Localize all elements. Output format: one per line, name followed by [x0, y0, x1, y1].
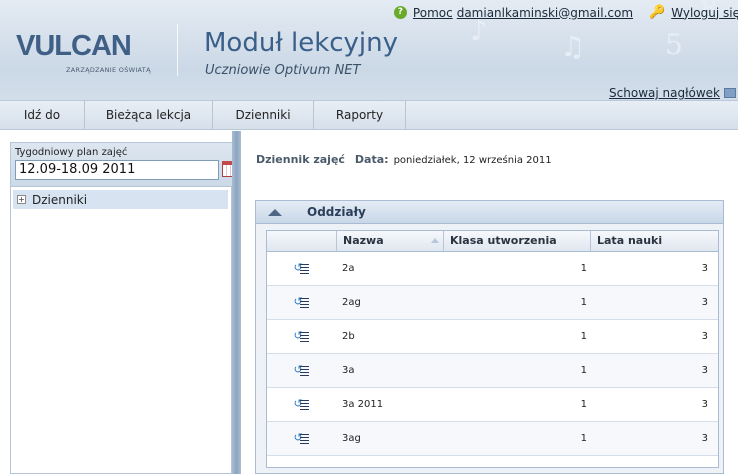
top-links: ? Pomoc damianlkaminski@gmail.com 🔑 Wylo… [393, 5, 738, 20]
user-email-link[interactable]: damianlkaminski@gmail.com [457, 6, 633, 20]
open-class-icon[interactable]: ↺ [294, 398, 309, 411]
row-action-cell: ↺ [267, 398, 337, 411]
menu-item-goto[interactable]: Idź do [0, 101, 85, 130]
cell-name: 3a [342, 365, 355, 376]
date-value: poniedziałek, 12 września 2011 [393, 155, 552, 166]
table-row[interactable]: ↺ 3a 1 3 [267, 354, 718, 388]
menu-item-current-lesson[interactable]: Bieżąca lekcja [85, 101, 213, 130]
classes-panel-header[interactable]: Oddziały [256, 201, 723, 224]
table-row[interactable]: ↺ 2ag 1 3 [267, 286, 718, 320]
table-row[interactable]: ↺ 3ag 1 3 [267, 422, 718, 456]
column-header-years[interactable]: Lata nauki [591, 231, 718, 251]
cell-name: 2a [342, 263, 355, 274]
row-action-cell: ↺ [267, 330, 337, 343]
table-header: Nazwa Klasa utworzenia Lata nauki [267, 231, 718, 252]
menu-bar: Idź do Bieżąca lekcja Dzienniki Raporty [0, 100, 738, 130]
tree-item-label: Dzienniki [32, 192, 88, 207]
help-icon: ? [393, 6, 407, 19]
cell-years: 3 [701, 263, 708, 274]
column-header-action [267, 231, 337, 251]
classes-panel-title: Oddziały [307, 205, 366, 219]
sort-ascending-icon[interactable] [431, 238, 439, 243]
panel-splitter[interactable] [232, 131, 241, 474]
table-body: ↺ 2a 1 3 ↺ 2ag 1 3 ↺ 2b 1 3 ↺ 3a 1 3 ↺ 3a 2011 1 3 ↺ 3ag 1 3 [267, 252, 718, 456]
header: ♪ ♫ 5 8 VULCAN ZARZĄDZANIE OŚWIATĄ Moduł… [0, 0, 738, 100]
cell-class: 1 [580, 331, 587, 342]
cell-name: 3a 2011 [342, 399, 384, 410]
cell-years: 3 [701, 365, 708, 376]
collapse-icon[interactable] [268, 209, 282, 216]
cell-name: 2ag [342, 297, 361, 308]
column-header-name-label: Nazwa [343, 234, 384, 247]
cell-class: 1 [580, 297, 587, 308]
cell-name: 2b [342, 331, 355, 342]
row-action-cell: ↺ [267, 364, 337, 377]
header-divider [177, 24, 178, 76]
key-icon: 🔑 [649, 5, 666, 20]
cell-years: 3 [701, 433, 708, 444]
week-plan-input[interactable]: 12.09-18.09 2011 [15, 160, 219, 180]
expand-icon[interactable]: + [17, 195, 26, 204]
tree-view: + Dzienniki [10, 187, 232, 474]
column-header-class[interactable]: Klasa utworzenia [444, 231, 591, 251]
cell-class: 1 [580, 399, 587, 410]
hide-header-control: Schowaj nagłówek [609, 86, 736, 100]
cell-class: 1 [580, 365, 587, 376]
open-class-icon[interactable]: ↺ [294, 432, 309, 445]
module-subtitle: Uczniowie Optivum NET [205, 63, 361, 78]
vulcan-logo: VULCAN [16, 30, 132, 62]
logo-subtitle: ZARZĄDZANIE OŚWIATĄ [66, 66, 151, 74]
week-plan-label: Tygodniowy plan zajęć [15, 147, 128, 158]
classes-table: Nazwa Klasa utworzenia Lata nauki ↺ 2a 1 3 ↺… [266, 230, 719, 468]
cell-class: 1 [580, 433, 587, 444]
table-row[interactable]: ↺ 2b 1 3 [267, 320, 718, 354]
table-row[interactable]: ↺ 3a 2011 1 3 [267, 388, 718, 422]
column-header-name[interactable]: Nazwa [337, 231, 444, 251]
left-panel: Tygodniowy plan zajęć 12.09-18.09 2011 +… [0, 131, 238, 474]
open-class-icon[interactable]: ↺ [294, 330, 309, 343]
row-action-cell: ↺ [267, 262, 337, 275]
open-class-icon[interactable]: ↺ [294, 296, 309, 309]
cell-name: 3ag [342, 433, 361, 444]
journal-header: Dziennik zajęć Data: poniedziałek, 12 wr… [256, 153, 552, 166]
cell-years: 3 [701, 331, 708, 342]
menu-item-reports[interactable]: Raporty [314, 101, 406, 130]
row-action-cell: ↺ [267, 296, 337, 309]
cell-years: 3 [701, 297, 708, 308]
logout-link[interactable]: Wyloguj się [671, 6, 738, 20]
open-class-icon[interactable]: ↺ [294, 364, 309, 377]
music-note-icon: ♫ [560, 30, 586, 63]
module-title: Moduł lekcyjny [204, 28, 399, 58]
hide-header-icon[interactable] [724, 88, 736, 98]
tree-item-journals[interactable]: + Dzienniki [13, 190, 228, 209]
open-class-icon[interactable]: ↺ [294, 262, 309, 275]
cell-class: 1 [580, 263, 587, 274]
row-action-cell: ↺ [267, 432, 337, 445]
menu-item-journals[interactable]: Dzienniki [213, 101, 314, 130]
journal-section-label: Dziennik zajęć [256, 153, 345, 166]
help-link[interactable]: Pomoc [413, 6, 453, 20]
table-row[interactable]: ↺ 2a 1 3 [267, 252, 718, 286]
hide-header-link[interactable]: Schowaj nagłówek [609, 86, 720, 100]
page: ♪ ♫ 5 8 VULCAN ZARZĄDZANIE OŚWIATĄ Moduł… [0, 0, 738, 474]
classes-panel: Oddziały Nazwa Klasa utworzenia Lata nau… [255, 200, 724, 474]
digit-decoration: 5 [665, 28, 683, 61]
week-plan-box: Tygodniowy plan zajęć 12.09-18.09 2011 [10, 142, 238, 187]
cell-years: 3 [701, 399, 708, 410]
date-label: Data: [354, 153, 389, 166]
